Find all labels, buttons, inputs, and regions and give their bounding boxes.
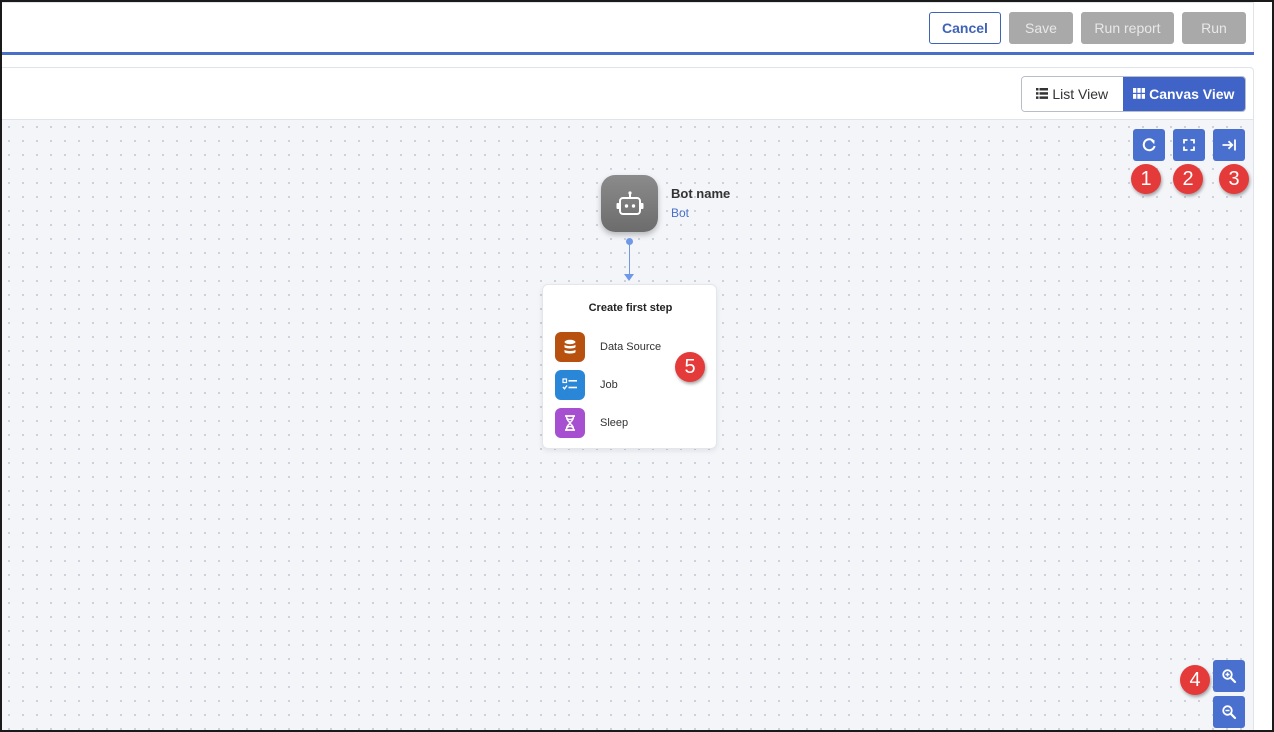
callout-badge: 2 (1173, 164, 1203, 194)
canvas-view-label: Canvas View (1149, 86, 1235, 102)
zoom-in-button[interactable] (1213, 660, 1245, 692)
run-report-button[interactable]: Run report (1081, 12, 1174, 44)
zoom-in-icon (1222, 669, 1237, 684)
canvas-view-button[interactable]: Canvas View (1122, 77, 1245, 111)
fit-screen-button[interactable] (1173, 129, 1205, 161)
collapse-panel-icon (1222, 139, 1236, 151)
connector-arrow-icon (624, 274, 634, 281)
callout-badge: 3 (1219, 164, 1249, 194)
checklist-icon (555, 370, 585, 400)
collapse-panel-button[interactable] (1213, 129, 1245, 161)
refresh-icon (1142, 138, 1156, 152)
toolbar-accent-bar (2, 52, 1254, 55)
database-icon (555, 332, 585, 362)
step-option-label: Data Source (600, 341, 662, 353)
zoom-out-icon (1222, 705, 1237, 720)
hourglass-icon (555, 408, 585, 438)
callout-badge: 1 (1131, 164, 1161, 194)
bot-node[interactable] (601, 175, 658, 232)
save-button[interactable]: Save (1009, 12, 1073, 44)
run-button[interactable]: Run (1182, 12, 1246, 44)
robot-icon (616, 190, 643, 215)
grid-icon (1133, 86, 1146, 102)
step-card-title: Create first step (588, 302, 673, 314)
list-view-button[interactable]: List View (1022, 77, 1123, 111)
bot-name: Bot name (671, 186, 731, 201)
fit-screen-icon (1183, 139, 1195, 151)
list-icon (1036, 86, 1049, 102)
refresh-button[interactable] (1133, 129, 1165, 161)
view-toggle: List View Canvas View (1021, 76, 1246, 112)
callout-badge: 5 (675, 352, 705, 382)
bot-type: Bot (671, 206, 690, 220)
list-view-label: List View (1052, 86, 1109, 102)
step-option-sleep[interactable]: Sleep (555, 408, 705, 438)
step-option-label: Job (600, 379, 618, 391)
cancel-button[interactable]: Cancel (929, 12, 1001, 44)
step-option-label: Sleep (600, 417, 629, 429)
connector-handle[interactable] (626, 238, 633, 245)
zoom-out-button[interactable] (1213, 696, 1245, 728)
callout-badge: 4 (1180, 665, 1210, 695)
